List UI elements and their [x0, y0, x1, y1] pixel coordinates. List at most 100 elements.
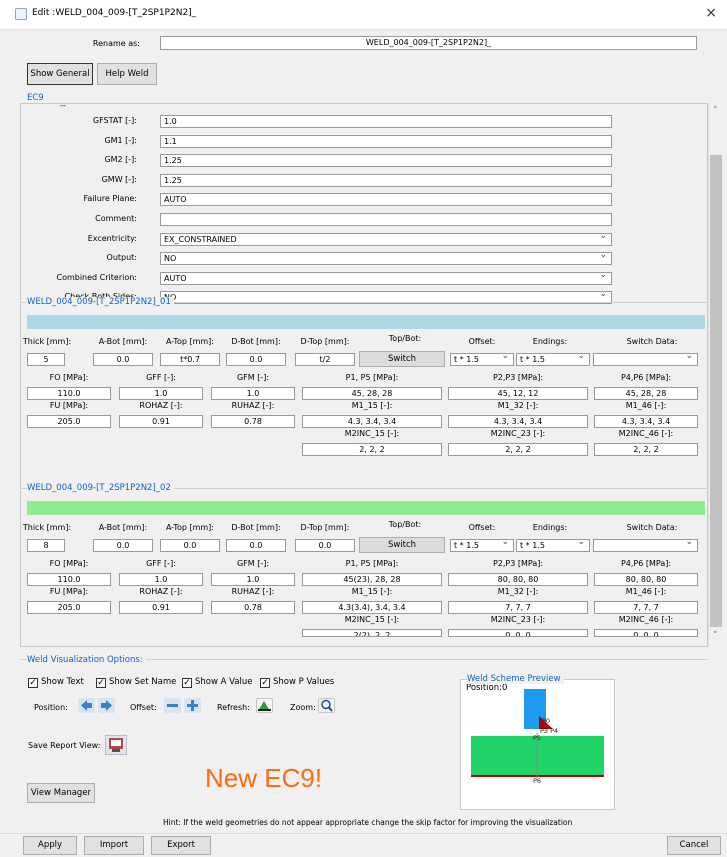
weld-dbot-input[interactable]: 0.0	[226, 539, 286, 552]
weld-stress-label: GFF [-]:	[146, 373, 176, 382]
ec9-field-input[interactable]	[160, 213, 612, 226]
endings-select[interactable]: t * 1.5	[516, 539, 590, 552]
weld-header-label: A-Top [mm]:	[165, 523, 214, 532]
weld-atop-input[interactable]: t*0.7	[160, 353, 220, 366]
p0-label: P0	[542, 717, 551, 725]
weld-factor-input[interactable]: 205.0	[27, 601, 111, 614]
p3p4-label: P3 P4	[540, 727, 559, 735]
weld-stress-input[interactable]: 1.0	[211, 573, 295, 586]
weld-thick-input[interactable]: 5	[27, 353, 65, 366]
weld-stress-label: GFM [-]:	[236, 559, 270, 568]
weld-stress-input[interactable]: 110.0	[27, 573, 111, 586]
ec9-field-select[interactable]: EX_CONSTRAINED	[160, 233, 612, 246]
weld-stress-input[interactable]: 45, 28, 28	[302, 387, 442, 400]
weld-factor-input[interactable]: 205.0	[27, 415, 111, 428]
weld-factor-input[interactable]: 4.3, 3.4, 3.4	[302, 415, 442, 428]
ec9-field-input[interactable]: 1.1	[160, 135, 612, 148]
show-general-button[interactable]: Show General	[27, 63, 93, 85]
weld-factor-input[interactable]: 4.3(3.4), 3.4, 3.4	[302, 601, 442, 614]
weld-m2inc-input[interactable]: 0, 0, 0	[594, 629, 698, 637]
weld-factor-input[interactable]: 7, 7, 7	[594, 601, 698, 614]
apply-button[interactable]: Apply	[23, 836, 77, 855]
weld-stress-input[interactable]: 1.0	[119, 573, 203, 586]
ec9-field-select[interactable]: NO	[160, 252, 612, 265]
save-report-icon[interactable]	[105, 735, 127, 755]
weld-m2inc-input[interactable]: 2, 2, 2	[448, 443, 588, 456]
weld-atop-input[interactable]: 0.0	[160, 539, 220, 552]
close-icon[interactable]: ×	[705, 5, 717, 21]
weld-m2inc-input[interactable]: 2, 2, 2	[302, 443, 442, 456]
import-button[interactable]: Import	[84, 836, 144, 855]
switch-data-select[interactable]	[593, 539, 698, 552]
offset-minus-icon[interactable]	[164, 698, 181, 713]
offset-select[interactable]: t * 1.5	[450, 539, 514, 552]
weld-color-band	[27, 501, 705, 515]
position-right-icon[interactable]	[98, 698, 115, 713]
rename-input[interactable]: WELD_004_009-[T_2SP1P2N2]_	[160, 36, 697, 50]
weld-stress-label: P2,P3 [MPa]:	[492, 559, 544, 568]
weld-header-label: D-Bot [mm]:	[231, 523, 281, 532]
weld-stress-input[interactable]: 45, 12, 12	[448, 387, 588, 400]
weld-dbot-input[interactable]: 0.0	[226, 353, 286, 366]
show-a-value-checkbox[interactable]: ✓ Show A Value	[182, 677, 253, 688]
show-text-checkbox[interactable]: ✓ Show Text	[28, 677, 84, 688]
weld-stress-input[interactable]: 1.0	[119, 387, 203, 400]
switch-data-select[interactable]	[593, 353, 698, 366]
weld-stress-input[interactable]: 45(23), 28, 28	[302, 573, 442, 586]
weld-stress-label: P2,P3 [MPa]:	[492, 373, 544, 382]
show-set-name-checkbox[interactable]: ✓ Show Set Name	[96, 677, 176, 688]
title-bar: Edit :WELD_004_009-[T_2SP1P2N2]_ ×	[0, 0, 727, 30]
cancel-button[interactable]: Cancel	[667, 836, 721, 855]
weld-factor-label: RUHAZ [-]:	[231, 587, 275, 596]
position-left-icon[interactable]	[78, 698, 95, 713]
offset-label: Offset:	[130, 703, 157, 712]
weld-stress-label: P4,P6 [MPa]:	[620, 559, 672, 568]
offset-select[interactable]: t * 1.5	[450, 353, 514, 366]
weld-abot-input[interactable]: 0.0	[93, 353, 153, 366]
weld-factor-input[interactable]: 4.3, 3.4, 3.4	[448, 415, 588, 428]
weld-factor-input[interactable]: 0.78	[211, 601, 295, 614]
weld-m2inc-input[interactable]: 2(2), 2, 2	[302, 629, 442, 637]
weld-stress-input[interactable]: 80, 80, 80	[448, 573, 588, 586]
scroll-down-icon[interactable]: ˅	[713, 631, 718, 641]
switch-button[interactable]: Switch	[359, 537, 445, 553]
weld-factor-input[interactable]: 7, 7, 7	[448, 601, 588, 614]
switch-button[interactable]: Switch	[359, 351, 445, 367]
weld-factor-label: ROHAZ [-]:	[139, 587, 183, 596]
refresh-icon[interactable]	[256, 698, 273, 713]
weld-dtop-input[interactable]: 0.0	[295, 539, 355, 552]
weld-m2inc-input[interactable]: 0, 0, 0	[448, 629, 588, 637]
weld-factor-input[interactable]: 0.91	[119, 601, 203, 614]
weld-thick-input[interactable]: 8	[27, 539, 65, 552]
weld-factor-input[interactable]: 0.91	[119, 415, 203, 428]
weld-stress-input[interactable]: 1.0	[211, 387, 295, 400]
endings-select[interactable]: t * 1.5	[516, 353, 590, 366]
help-weld-button[interactable]: Help Weld	[97, 63, 157, 85]
weld-m2inc-input[interactable]: 2, 2, 2	[594, 443, 698, 456]
scroll-up-icon[interactable]: ˄	[713, 106, 718, 116]
view-manager-button[interactable]: View Manager	[27, 783, 95, 803]
weld-header-label: D-Bot [mm]:	[231, 337, 281, 346]
show-p-values-checkbox[interactable]: ✓ Show P Values	[260, 677, 334, 688]
vertical-scrollbar[interactable]: ˄ ˅	[708, 103, 723, 647]
weld-header-label: A-Bot [mm]:	[98, 523, 148, 532]
weld-abot-input[interactable]: 0.0	[93, 539, 153, 552]
weld-stress-input[interactable]: 80, 80, 80	[594, 573, 698, 586]
app-icon	[15, 8, 27, 20]
ec9-field-input[interactable]: 1.25	[160, 154, 612, 167]
weld-factor-input[interactable]: 4.3, 3.4, 3.4	[594, 415, 698, 428]
zoom-icon[interactable]	[318, 698, 335, 713]
scrollbar-thumb[interactable]	[710, 155, 722, 627]
weld-factor-input[interactable]: 0.78	[211, 415, 295, 428]
ec9-field-input[interactable]: 1.0	[160, 115, 612, 128]
ec9-field-select[interactable]: AUTO	[160, 272, 612, 285]
offset-plus-icon[interactable]	[184, 698, 201, 713]
weld-m2inc-label: M2INC_23 [-]:	[490, 429, 546, 438]
weld-dtop-input[interactable]: t/2	[295, 353, 355, 366]
export-button[interactable]: Export	[151, 836, 211, 855]
top-bot-label: Top/Bot:	[388, 334, 422, 343]
ec9-field-input[interactable]: 1.25	[160, 174, 612, 187]
ec9-field-input[interactable]: AUTO	[160, 193, 612, 206]
weld-stress-input[interactable]: 45, 28, 28	[594, 387, 698, 400]
weld-stress-input[interactable]: 110.0	[27, 387, 111, 400]
